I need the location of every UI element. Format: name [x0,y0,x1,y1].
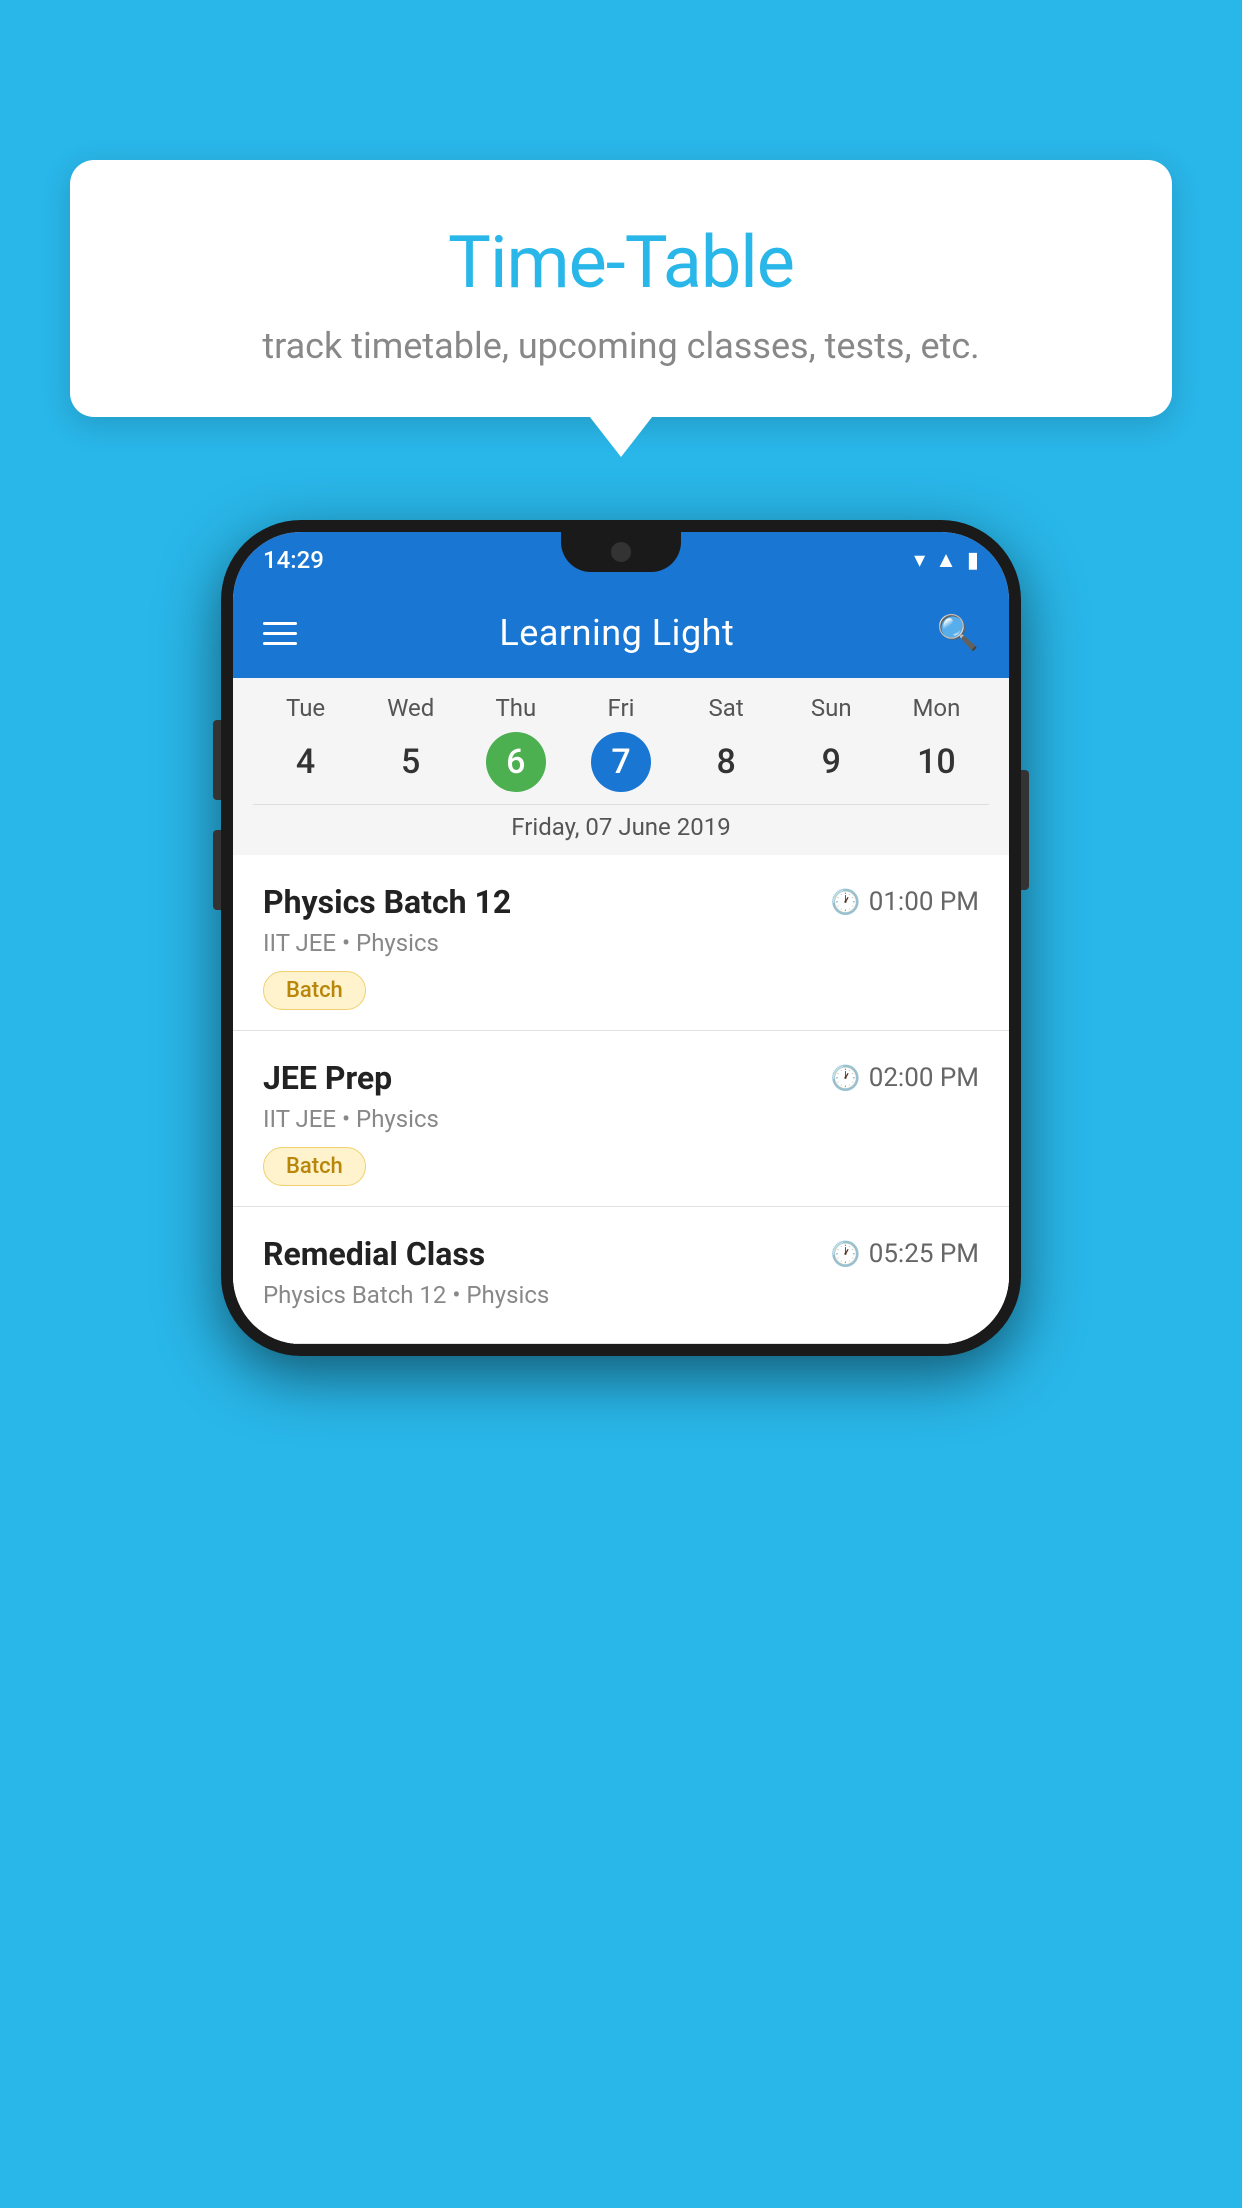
day-7-selected[interactable]: 7 [591,732,651,792]
day-5[interactable]: 5 [381,732,441,792]
phone-btn-left [213,720,221,800]
schedule-item-3[interactable]: Remedial Class 🕐 05:25 PM Physics Batch … [233,1207,1009,1344]
battery-icon: ▮ [967,548,979,573]
calendar-header: Tue Wed Thu Fri Sat Sun Mon 4 5 6 7 8 9 … [233,678,1009,855]
schedule-item-1-header: Physics Batch 12 🕐 01:00 PM [263,883,979,921]
clock-icon-2: 🕐 [831,1064,861,1092]
schedule-meta-2: IIT JEE • Physics [263,1105,979,1133]
day-label-sun: Sun [779,694,884,722]
search-icon[interactable]: 🔍 [937,613,979,653]
schedule-meta-3: Physics Batch 12 • Physics [263,1281,979,1309]
phone-btn-right [1021,770,1029,890]
selected-date-label: Friday, 07 June 2019 [253,804,989,855]
day-labels: Tue Wed Thu Fri Sat Sun Mon [253,694,989,722]
schedule-list: Physics Batch 12 🕐 01:00 PM IIT JEE • Ph… [233,855,1009,1344]
status-icons: ▾ ▲ ▮ [914,547,979,573]
signal-icon: ▲ [935,547,957,573]
day-label-thu: Thu [463,694,568,722]
batch-badge-1: Batch [263,971,366,1010]
phone-camera [611,542,631,562]
schedule-item-2-header: JEE Prep 🕐 02:00 PM [263,1059,979,1097]
day-label-fri: Fri [568,694,673,722]
day-6-today[interactable]: 6 [486,732,546,792]
phone-container: 14:29 ▾ ▲ ▮ Learning Light 🔍 [221,520,1021,1356]
app-bar: Learning Light 🔍 [233,588,1009,678]
schedule-title-1: Physics Batch 12 [263,883,511,921]
wifi-icon: ▾ [914,548,925,573]
day-label-sat: Sat [674,694,779,722]
clock-icon-3: 🕐 [831,1240,861,1268]
day-label-mon: Mon [884,694,989,722]
day-9[interactable]: 9 [801,732,861,792]
schedule-time-2: 🕐 02:00 PM [831,1063,979,1093]
schedule-time-1: 🕐 01:00 PM [831,887,979,917]
menu-icon[interactable] [263,622,297,645]
status-time: 14:29 [263,546,324,574]
schedule-title-3: Remedial Class [263,1235,485,1273]
day-numbers: 4 5 6 7 8 9 10 [253,732,989,792]
day-label-tue: Tue [253,694,358,722]
schedule-time-3: 🕐 05:25 PM [831,1239,979,1269]
tooltip-subtitle: track timetable, upcoming classes, tests… [120,325,1122,367]
day-label-wed: Wed [358,694,463,722]
day-8[interactable]: 8 [696,732,756,792]
phone-screen: 14:29 ▾ ▲ ▮ Learning Light 🔍 [233,532,1009,1344]
tooltip-title: Time-Table [120,220,1122,305]
schedule-title-2: JEE Prep [263,1059,392,1097]
day-4[interactable]: 4 [276,732,336,792]
phone-btn-left2 [213,830,221,910]
phone-outer: 14:29 ▾ ▲ ▮ Learning Light 🔍 [221,520,1021,1356]
schedule-item-3-header: Remedial Class 🕐 05:25 PM [263,1235,979,1273]
day-10[interactable]: 10 [906,732,966,792]
batch-badge-2: Batch [263,1147,366,1186]
phone-notch [561,532,681,572]
app-title: Learning Light [499,612,734,654]
tooltip-card: Time-Table track timetable, upcoming cla… [70,160,1172,417]
schedule-item-2[interactable]: JEE Prep 🕐 02:00 PM IIT JEE • Physics Ba… [233,1031,1009,1207]
clock-icon-1: 🕐 [831,888,861,916]
schedule-meta-1: IIT JEE • Physics [263,929,979,957]
schedule-item-1[interactable]: Physics Batch 12 🕐 01:00 PM IIT JEE • Ph… [233,855,1009,1031]
